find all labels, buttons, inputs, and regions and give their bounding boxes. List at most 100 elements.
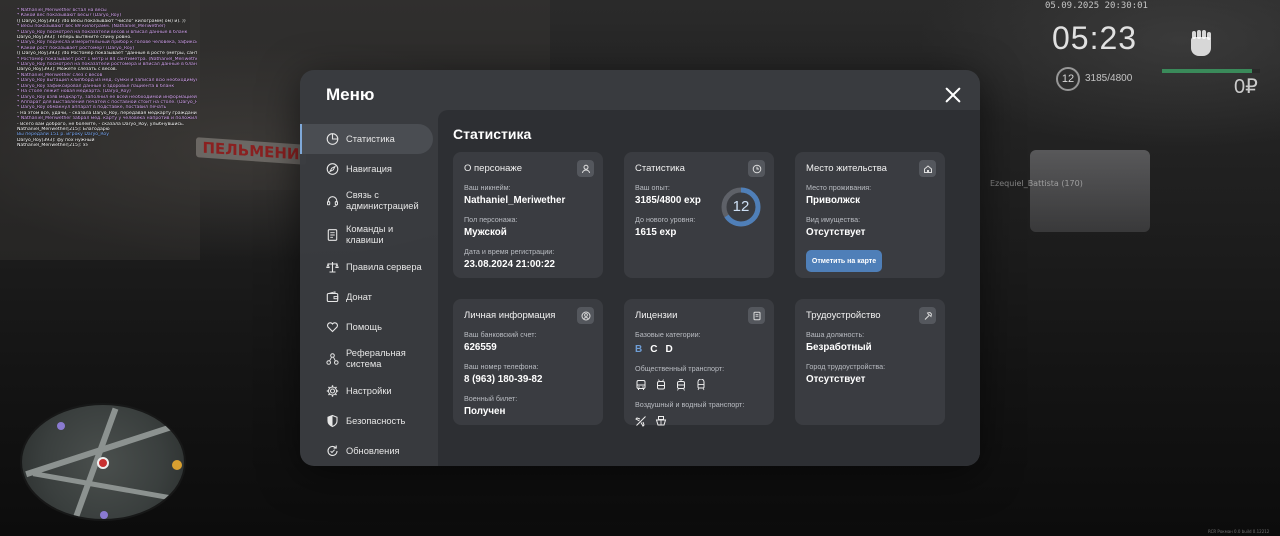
heart-hands-icon <box>326 321 339 334</box>
sidebar-item-label: Статистика <box>346 133 395 144</box>
personal-info-card: Личная информация Ваш банковский счет: 6… <box>453 299 603 425</box>
sidebar-item-help[interactable]: Помощь <box>300 312 438 342</box>
chat-line: * Nathaniel_Meriwether забрал мед. карту… <box>17 116 197 122</box>
job-city-label: Город трудоустройства: <box>806 362 886 371</box>
hud-health-bar <box>1162 69 1260 73</box>
next-level-value: 1615 exp <box>635 227 677 238</box>
military-label: Военный билет: <box>464 394 518 403</box>
compass-icon <box>326 163 339 176</box>
sidebar-item-commands[interactable]: Команды и клавиши <box>300 218 438 252</box>
hud-xp: 3185/4800 <box>1085 73 1133 84</box>
air-water-transport-label: Воздушный и водный транспорт: <box>635 400 745 409</box>
hud-money: 0₽ <box>1234 76 1258 98</box>
chat-line: * Daryo_Roy вытащил клипборд из мед. сум… <box>17 78 197 84</box>
chat-line: (( Daryo_Roy[393]: /do Ростомер показыва… <box>17 51 197 57</box>
clock-icon <box>748 160 765 177</box>
nickname-value: Nathaniel_Meriwether <box>464 195 566 206</box>
player-blip-icon <box>97 457 109 469</box>
job-city-value: Отсутствует <box>806 374 866 385</box>
sidebar-item-security[interactable]: Безопасность <box>300 406 438 436</box>
registration-value: 23.08.2024 21:00:22 <box>464 259 555 270</box>
air-water-transport-icons <box>635 415 763 427</box>
close-icon[interactable] <box>942 84 964 106</box>
license-category-c: C <box>650 344 658 355</box>
poi-blip-icon <box>57 422 65 430</box>
sidebar-item-label: Помощь <box>346 321 382 332</box>
hammer-icon <box>919 307 936 324</box>
position-value: Безработный <box>806 342 872 353</box>
sidebar-item-label: Связь с администрацией <box>346 190 419 211</box>
property-value: Отсутствует <box>806 227 866 238</box>
residence-card-title: Место жительства <box>806 163 887 174</box>
employment-card-title: Трудоустройство <box>806 310 881 321</box>
sidebar-item-nav[interactable]: Навигация <box>300 154 438 184</box>
sidebar-item-label: Реферальная система <box>346 348 406 369</box>
employment-card: Трудоустройство Ваша должность: Безработ… <box>795 299 945 425</box>
license-category-b: B <box>635 344 643 355</box>
menu-modal: Меню Статистика Навигация Связь с админист… <box>300 70 980 466</box>
about-card: О персонаже Ваш никнейм: Nathaniel_Meriw… <box>453 152 603 278</box>
chat-log: * Nathaniel_Meriwether встал на весы * Ка… <box>17 8 197 149</box>
license-icon <box>748 307 765 324</box>
headset-icon <box>326 195 339 208</box>
nickname-label: Ваш никнейм: <box>464 183 511 192</box>
sidebar-item-donate[interactable]: Донат <box>300 282 438 312</box>
mark-on-map-button[interactable]: Отметить на карте <box>806 250 882 272</box>
background-ambulance <box>1030 150 1150 232</box>
refresh-icon <box>326 445 339 458</box>
hud-time: 05:23 <box>1052 20 1138 56</box>
tram-icon <box>677 379 685 391</box>
shield-icon <box>326 414 339 428</box>
sidebar-item-settings[interactable]: Настройки <box>300 376 438 406</box>
residence-place-label: Место проживания: <box>806 183 872 192</box>
content-title: Статистика <box>453 126 532 142</box>
fist-icon <box>1191 30 1211 56</box>
sidebar-item-label: Обновления <box>346 445 400 456</box>
sidebar: Статистика Навигация Связь с администрацие… <box>300 124 438 466</box>
licenses-card-title: Лицензии <box>635 310 678 321</box>
public-transport-icons <box>635 379 763 391</box>
modal-title: Меню <box>326 85 375 104</box>
residence-place-value: Приволжск <box>806 195 861 206</box>
gender-label: Пол персонажа: <box>464 215 518 224</box>
sidebar-item-rules[interactable]: Правила сервера <box>300 252 438 282</box>
property-label: Вид имущества: <box>806 215 861 224</box>
player-nametag: Ezequiel_Battista (170) <box>990 179 1083 188</box>
bank-value: 626559 <box>464 342 497 353</box>
hud-date: 05.09.2025 20:30:01 <box>1045 1 1148 11</box>
sidebar-item-label: Правила сервера <box>346 261 422 272</box>
sidebar-item-referral[interactable]: Реферальная система <box>300 342 438 376</box>
sidebar-item-label: Настройки <box>346 385 392 396</box>
document-icon <box>326 229 339 242</box>
stats-card-title: Статистика <box>635 163 685 174</box>
sidebar-item-label: Команды и клавиши <box>346 224 394 245</box>
poi-blip-icon <box>172 460 182 470</box>
level-value: 12 <box>732 198 750 215</box>
bank-label: Ваш банковский счет: <box>464 330 537 339</box>
chat-line: Nathaniel_Meriwether[215]: ээ <box>17 143 88 149</box>
personal-card-title: Личная информация <box>464 310 556 321</box>
stats-card: Статистика Ваш опыт: 3185/4800 exp До но… <box>624 152 774 278</box>
user-icon <box>577 160 594 177</box>
license-categories: B C D <box>635 344 763 355</box>
sidebar-item-updates[interactable]: Обновления <box>300 436 438 466</box>
gender-value: Мужской <box>464 227 507 238</box>
position-label: Ваша должность: <box>806 330 865 339</box>
minimap-road <box>71 407 119 519</box>
house-icon <box>919 160 936 177</box>
trolleybus-icon <box>657 379 665 390</box>
build-version: RCR Рокман 0.0 build 0.12212 <box>1208 529 1270 534</box>
pie-chart-icon <box>326 133 339 146</box>
license-category-d: D <box>665 344 673 355</box>
sidebar-item-stats[interactable]: Статистика <box>300 124 433 154</box>
hud-level-badge: 12 <box>1056 67 1080 91</box>
user-circle-icon <box>577 307 594 324</box>
wallet-icon <box>326 291 339 304</box>
registration-label: Дата и время регистрации: <box>464 247 555 256</box>
sidebar-item-support[interactable]: Связь с администрацией <box>300 184 438 218</box>
phone-value: 8 (963) 180-39-82 <box>464 374 543 385</box>
content-panel: Статистика О персонаже Ваш никнейм: Nath… <box>438 110 980 466</box>
metro-icon <box>697 379 705 391</box>
hud-health-bar-fill <box>1162 69 1253 73</box>
sidebar-item-label: Навигация <box>346 163 392 174</box>
